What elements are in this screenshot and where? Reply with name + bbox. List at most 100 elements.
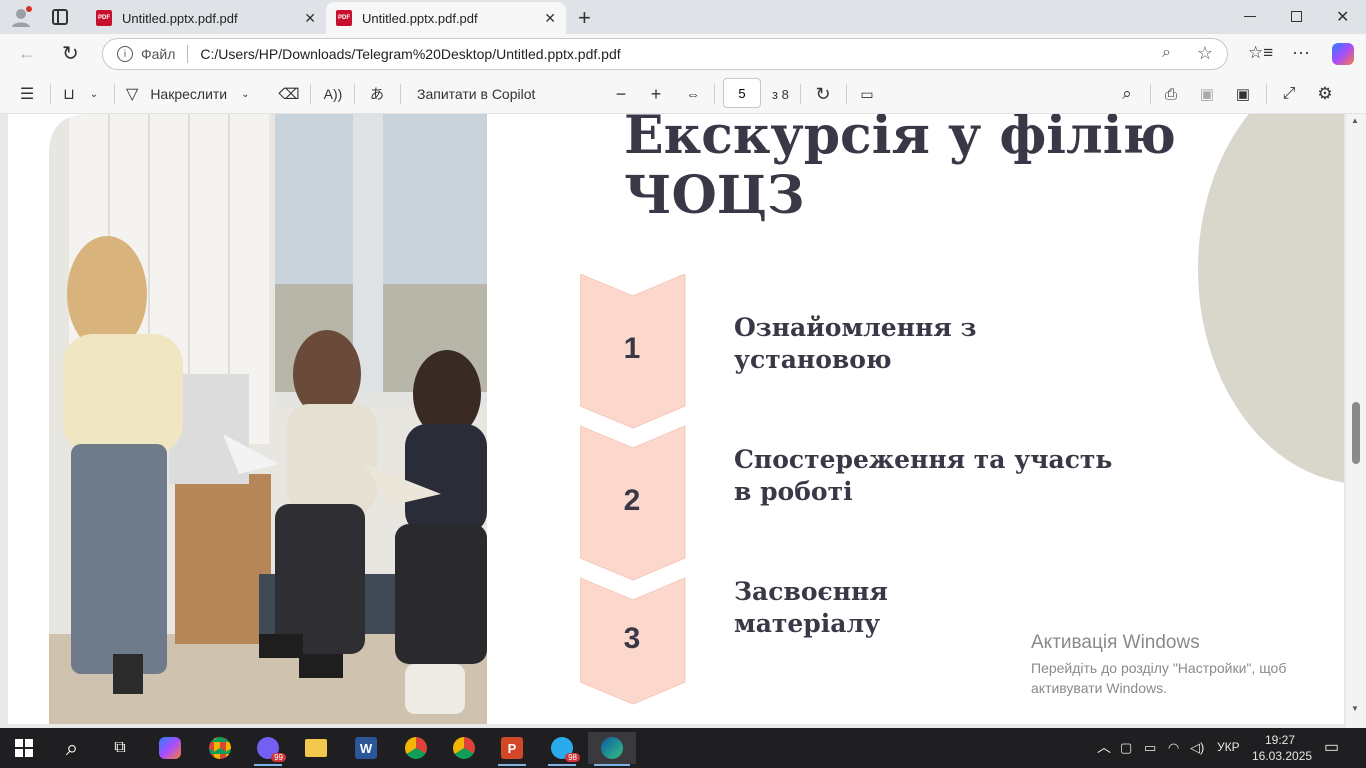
activation-watermark-text: Перейдіть до розділу "Настройки", щоб ак… <box>1031 658 1331 698</box>
zoom-icon[interactable]: ⌕ <box>1162 44 1171 62</box>
ask-copilot-label: Запитати в Copilot <box>417 86 536 102</box>
chevron-down-icon[interactable]: ⌄ <box>241 89 249 100</box>
pen-icon: ▽ <box>126 86 139 103</box>
step-2-number: 2 <box>623 484 641 517</box>
language-indicator[interactable]: УКР <box>1217 740 1240 754</box>
tab-bar: PDF Untitled.pptx.pdf.pdf ✕ PDF Untitled… <box>0 0 1366 34</box>
scroll-down-icon[interactable]: ▼ <box>1351 704 1359 713</box>
copilot-icon[interactable] <box>1332 43 1354 65</box>
favorite-star-icon[interactable]: ☆ <box>1197 43 1213 64</box>
tab-actions-icon[interactable] <box>52 9 68 25</box>
taskbar: ⌕ ⧉ 99 W P 98 ︿ ▢ ▭ ◠ ◁) УКР 19:27 16.03… <box>0 728 1366 768</box>
draw-button[interactable]: ▽ Накреслити ⌄ <box>126 82 250 106</box>
telegram-badge: 98 <box>565 753 580 762</box>
close-tab-icon[interactable]: ✕ <box>544 10 556 27</box>
profile-icon[interactable] <box>10 6 32 28</box>
viber-icon[interactable]: 99 <box>248 732 288 766</box>
chrome-profile-2-icon[interactable] <box>444 732 484 764</box>
print-icon[interactable]: ⎙ <box>1160 82 1182 106</box>
highlight-icon[interactable]: ⊔ <box>58 82 80 106</box>
tab-2[interactable]: PDF Untitled.pptx.pdf.pdf ✕ <box>326 2 566 34</box>
clock-time: 19:27 <box>1264 733 1296 747</box>
scroll-up-icon[interactable]: ▲ <box>1351 116 1359 125</box>
task-view-icon[interactable]: ⧉ <box>100 732 140 764</box>
restore-icon[interactable] <box>1291 11 1302 22</box>
file-explorer-icon[interactable] <box>296 732 336 764</box>
minimize-icon[interactable] <box>1244 16 1256 17</box>
activation-watermark-line-1: Перейдіть до розділу "Настройки", щоб <box>1031 660 1287 676</box>
step-1-number: 1 <box>623 332 641 365</box>
tab-1-title: Untitled.pptx.pdf.pdf <box>122 10 238 26</box>
slide-title: Екскурсія у філію ЧОЦЗ <box>624 114 1176 226</box>
settings-icon[interactable]: ⚙ <box>1314 82 1336 106</box>
viber-badge: 99 <box>271 753 286 762</box>
powerpoint-icon[interactable]: P <box>492 732 532 766</box>
meet-icon[interactable]: ▢ <box>1120 740 1132 756</box>
page-total-label: з 8 <box>772 86 789 102</box>
step-1-line-2: установою <box>734 345 892 374</box>
eraser-icon[interactable]: ⌫ <box>278 82 300 106</box>
fullscreen-icon[interactable]: ⤢ <box>1278 82 1300 106</box>
activation-watermark-line-2: активувати Windows. <box>1031 680 1167 696</box>
close-tab-icon[interactable]: ✕ <box>304 10 316 27</box>
refresh-icon[interactable]: ↻ <box>62 41 79 66</box>
zoom-out-icon[interactable]: − <box>612 82 630 106</box>
step-3-line-1: Засвоєння <box>734 577 888 606</box>
save-icon[interactable]: ▣ <box>1196 82 1218 106</box>
telegram-icon[interactable]: 98 <box>542 732 582 766</box>
chevron-down-icon[interactable]: ⌄ <box>86 82 102 106</box>
url-field[interactable]: i Файл C:/Users/HP/Downloads/Telegram%20… <box>102 38 1228 70</box>
wifi-icon[interactable]: ◠ <box>1168 740 1179 756</box>
fit-width-icon[interactable]: ⇔ <box>682 82 704 106</box>
edge-icon[interactable] <box>588 732 636 766</box>
url-text: C:/Users/HP/Downloads/Telegram%20Desktop… <box>200 46 621 62</box>
more-menu-icon[interactable]: ··· <box>1292 42 1310 63</box>
slide-title-line-1: Екскурсія у філію <box>624 114 1176 166</box>
tab-2-title: Untitled.pptx.pdf.pdf <box>362 10 478 26</box>
close-window-icon[interactable]: ✕ <box>1336 7 1349 27</box>
windows-icon <box>15 739 33 757</box>
ask-copilot-button[interactable]: Запитати в Copilot <box>417 82 535 106</box>
step-1-text: Ознайомлення з установою <box>734 312 976 376</box>
step-3-line-2: матеріалу <box>734 609 881 638</box>
volume-icon[interactable]: ◁) <box>1190 740 1204 756</box>
copilot-taskbar-icon[interactable] <box>150 732 190 764</box>
battery-icon[interactable]: ▭ <box>1144 740 1156 756</box>
info-icon[interactable]: i <box>117 46 133 62</box>
scroll-thumb[interactable] <box>1352 402 1360 464</box>
page-view-icon[interactable]: ▭ <box>856 82 878 106</box>
start-button[interactable] <box>4 732 44 764</box>
word-icon[interactable]: W <box>346 732 386 764</box>
search-icon[interactable]: ⌕ <box>52 732 92 764</box>
tab-1[interactable]: PDF Untitled.pptx.pdf.pdf ✕ <box>86 2 326 34</box>
save-as-icon[interactable]: ▣ <box>1232 82 1254 106</box>
show-hidden-icons[interactable]: ︿ <box>1097 737 1111 757</box>
clock[interactable]: 19:27 16.03.2025 <box>1252 732 1313 764</box>
search-icon[interactable]: ⌕ <box>1116 82 1138 106</box>
clock-date: 16.03.2025 <box>1252 749 1313 763</box>
url-divider <box>187 45 189 63</box>
contents-icon[interactable]: ☰ <box>16 82 38 106</box>
activation-watermark-title: Активація Windows <box>1031 632 1200 653</box>
pdf-file-icon: PDF <box>96 10 112 26</box>
back-icon[interactable]: ← <box>18 43 36 64</box>
favorites-icon[interactable]: ☆≡ <box>1248 43 1273 63</box>
slide-photo <box>49 114 487 724</box>
step-2-text: Спостереження та участь в роботі <box>734 444 1112 508</box>
step-3-text: Засвоєння матеріалу <box>734 576 888 640</box>
translate-icon[interactable]: あ <box>366 82 388 106</box>
step-2-line-1: Спостереження та участь <box>734 445 1113 474</box>
notifications-icon[interactable]: ▭ <box>1324 737 1339 757</box>
draw-label: Накреслити <box>150 86 228 102</box>
pdf-file-icon: PDF <box>336 10 352 26</box>
chrome-profile-icon[interactable] <box>396 732 436 764</box>
read-aloud-icon[interactable]: A)) <box>322 82 344 106</box>
vertical-scrollbar[interactable]: ▲ ▼ <box>1346 114 1366 728</box>
rotate-icon[interactable]: ↻ <box>812 82 834 106</box>
zoom-in-icon[interactable]: + <box>647 82 665 106</box>
chrome-icon[interactable] <box>200 732 240 764</box>
address-bar: ← ↻ i Файл C:/Users/HP/Downloads/Telegra… <box>0 34 1366 74</box>
pdf-toolbar: ☰ ⊔ ⌄ ▽ Накреслити ⌄ ⌫ A)) あ Запитати в … <box>0 74 1366 114</box>
new-tab-icon[interactable]: + <box>578 5 591 31</box>
page-number-input[interactable] <box>723 78 761 108</box>
